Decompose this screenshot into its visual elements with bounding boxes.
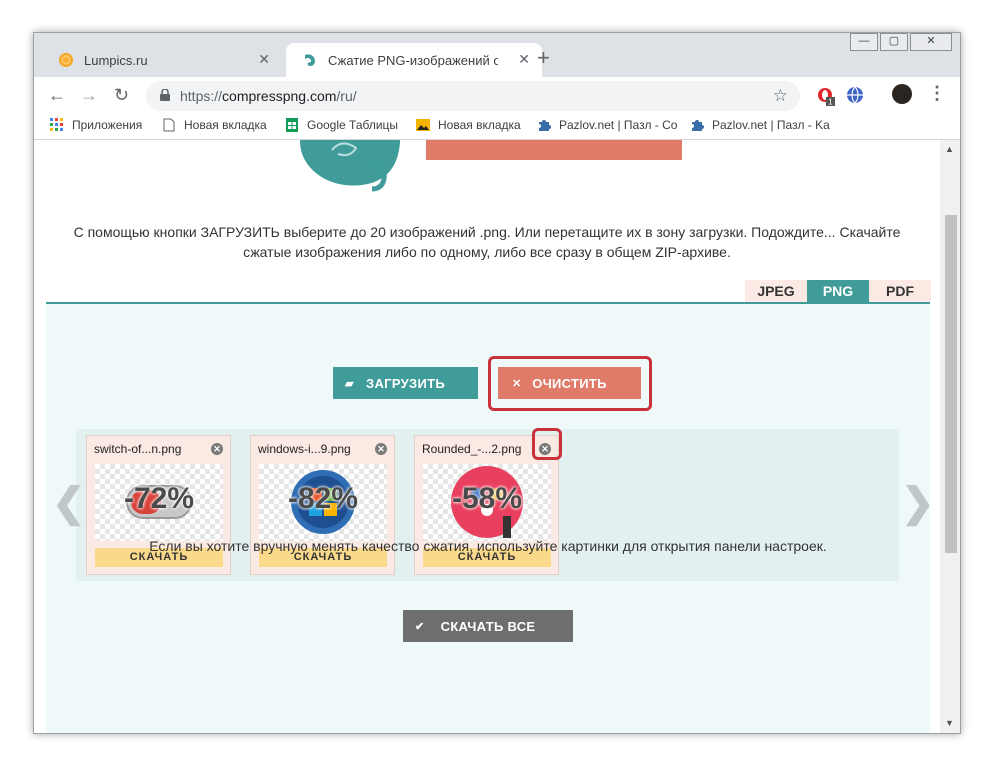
mascot-icon <box>305 54 315 66</box>
svg-text:1: 1 <box>828 98 833 107</box>
header-banner <box>426 140 682 160</box>
tab-png[interactable]: PNG <box>807 280 869 302</box>
new-tab-icon[interactable]: + <box>537 47 550 69</box>
chevron-right-icon[interactable]: ❯ <box>901 480 935 526</box>
file-card[interactable]: switch-of...n.png ✕ -72% СКАЧАТЬ <box>86 435 231 575</box>
file-name: Rounded_-...2.png <box>422 442 522 456</box>
bookmark-label: Google Таблицы <box>307 118 399 132</box>
tab-strip: Lumpics.ru ✕ Сжатие PNG-изображений онла… <box>34 33 960 77</box>
tab-title: Сжатие PNG-изображений онлайн <box>328 52 498 68</box>
bookmark-new-tab-1[interactable]: Новая вкладка <box>162 118 267 132</box>
chevron-left-icon[interactable]: ❮ <box>52 480 86 526</box>
remove-file-icon[interactable]: ✕ <box>211 443 223 455</box>
tab-close-icon[interactable]: ✕ <box>518 51 530 68</box>
file-thumbnail[interactable]: -58% <box>423 464 551 541</box>
clear-button-highlight <box>488 356 652 411</box>
sheets-icon <box>286 118 298 132</box>
remove-file-icon[interactable]: ✕ <box>375 443 387 455</box>
upload-label: ЗАГРУЗИТЬ <box>366 375 445 391</box>
puzzle-icon <box>692 120 704 131</box>
upload-button[interactable]: ▰ ЗАГРУЗИТЬ <box>333 367 478 399</box>
file-name: windows-i...9.png <box>258 442 351 456</box>
window-controls: — ▢ ✕ <box>848 33 952 51</box>
tab-close-icon[interactable]: ✕ <box>258 51 270 68</box>
tab-compresspng[interactable]: Сжатие PNG-изображений онлайн ✕ <box>286 43 542 77</box>
browser-toolbar: ← → ↻ https://compresspng.com/ru/ ☆ 1 ⋮ <box>34 77 960 115</box>
vertical-scrollbar[interactable]: ▲ ▼ <box>940 140 960 733</box>
tab-lumpics[interactable]: Lumpics.ru ✕ <box>42 43 282 77</box>
forward-arrow-icon[interactable]: → <box>80 85 98 106</box>
mascot-logo-icon <box>300 140 401 192</box>
remove-file-highlight <box>532 428 562 460</box>
bookmark-label: Новая вкладка <box>438 118 521 132</box>
globe-extension-icon[interactable] <box>846 86 864 104</box>
apps-grid-icon <box>50 118 63 131</box>
avatar[interactable] <box>892 84 912 104</box>
bookmark-label: Приложения <box>72 118 143 132</box>
close-window-icon[interactable]: ✕ <box>910 33 952 51</box>
minimize-icon[interactable]: — <box>850 33 878 51</box>
instructions-text: С помощью кнопки ЗАГРУЗИТЬ выберите до 2… <box>73 224 901 260</box>
file-card[interactable]: windows-i...9.png ✕ -82% СКАЧАТЬ <box>250 435 395 575</box>
address-bar[interactable]: https://compresspng.com/ru/ ☆ <box>146 81 800 111</box>
menu-dots-icon[interactable]: ⋮ <box>928 83 946 104</box>
opera-extension-icon[interactable]: 1 <box>816 86 836 106</box>
bookmark-star-icon[interactable]: ☆ <box>773 86 788 106</box>
checkmark-icon: ✔ <box>415 620 425 633</box>
reload-icon[interactable]: ↻ <box>114 85 129 106</box>
web-page: С помощью кнопки ЗАГРУЗИТЬ выберите до 2… <box>34 140 940 733</box>
scroll-down-icon[interactable]: ▼ <box>945 718 954 728</box>
bookmark-google-sheets[interactable]: Google Таблицы <box>285 118 398 132</box>
back-arrow-icon[interactable]: ← <box>48 85 66 106</box>
compression-percent: -72% <box>123 482 195 515</box>
tab-pdf[interactable]: PDF <box>869 280 931 302</box>
bookmark-pazlov-1[interactable]: Pazlov.net | Пазл - Co <box>537 118 677 132</box>
image-icon <box>416 119 430 131</box>
maximize-icon[interactable]: ▢ <box>880 33 908 51</box>
bookmark-label: Pazlov.net | Пазл - Ka <box>712 118 830 132</box>
settings-hint-text: Если вы хотите вручную менять качество с… <box>149 538 827 554</box>
bookmark-apps[interactable]: Приложения <box>50 118 142 132</box>
url-text: https://compresspng.com/ru/ <box>180 88 357 104</box>
bookmark-label: Новая вкладка <box>184 118 267 132</box>
folder-open-icon: ▰ <box>345 377 354 390</box>
page-icon <box>163 118 175 132</box>
bookmark-new-tab-2[interactable]: Новая вкладка <box>416 118 521 132</box>
upload-area[interactable]: ▰ ЗАГРУЗИТЬ ✕ ОЧИСТИТЬ ❮ ❯ switch-of...n… <box>46 304 935 733</box>
scroll-up-icon[interactable]: ▲ <box>945 144 954 154</box>
download-all-button[interactable]: ✔ СКАЧАТЬ ВСЕ <box>403 610 573 642</box>
browser-window: Lumpics.ru ✕ Сжатие PNG-изображений онла… <box>33 32 961 734</box>
bookmark-label: Pazlov.net | Пазл - Co <box>559 118 678 132</box>
compression-percent: -82% <box>287 482 359 515</box>
scrollbar-thumb[interactable] <box>945 215 957 553</box>
puzzle-icon <box>539 120 551 131</box>
file-thumbnail[interactable]: -72% <box>95 464 223 541</box>
lock-icon <box>160 89 170 101</box>
tab-jpeg[interactable]: JPEG <box>745 280 807 302</box>
compression-percent: -58% <box>451 482 523 515</box>
download-all-label: СКАЧАТЬ ВСЕ <box>440 618 536 634</box>
tab-title: Lumpics.ru <box>84 52 148 68</box>
file-thumbnail[interactable]: -82% <box>259 464 387 541</box>
bookmark-pazlov-2[interactable]: Pazlov.net | Пазл - Ka <box>690 118 830 132</box>
file-name: switch-of...n.png <box>94 442 182 456</box>
bookmarks-bar: Приложения Новая вкладка Google Таблицы … <box>34 115 960 140</box>
orange-slice-icon <box>59 53 73 67</box>
